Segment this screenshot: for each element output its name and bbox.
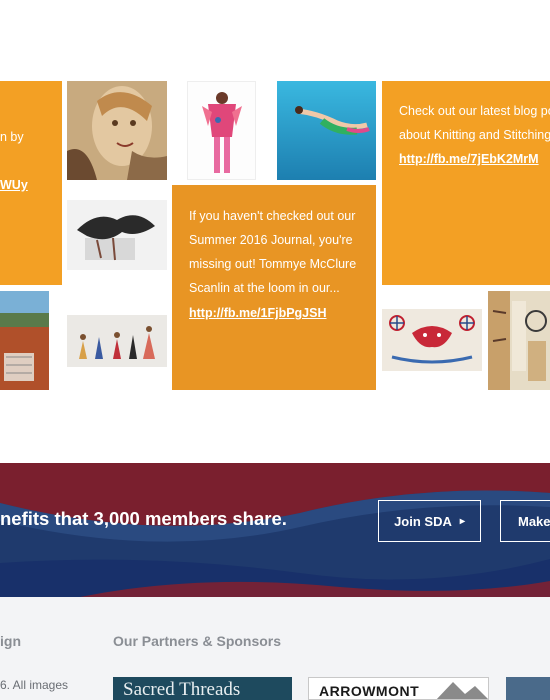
post-text-line: Check out our latest blog po xyxy=(399,104,550,118)
make-label: Make xyxy=(518,513,550,529)
post-text-line: If you haven't checked out our xyxy=(189,209,356,223)
post-text-line: Scanlin at the loom in our... xyxy=(189,281,340,295)
sacred-threads-label: Sacred Threads xyxy=(123,679,241,700)
post-text-line: about Knitting and Stitching xyxy=(399,128,550,142)
post-text-line: missing out! Tommye McClure xyxy=(189,257,357,271)
abstract-art-image[interactable] xyxy=(488,291,550,390)
sacred-threads-logo[interactable]: Sacred Threads xyxy=(113,677,292,700)
post-link[interactable]: WUy xyxy=(0,173,28,197)
join-sda-label: Join SDA xyxy=(394,513,452,529)
membership-banner: nefits that 3,000 members share. Join SD… xyxy=(0,463,550,597)
make-button[interactable]: Make xyxy=(500,500,550,542)
sculpture-image[interactable] xyxy=(67,200,167,270)
banner-text: nefits that 3,000 members share. xyxy=(0,508,287,529)
portrait-painting-image[interactable] xyxy=(67,81,167,180)
post-tile-partial[interactable]: n by WUy xyxy=(0,81,62,285)
post-link[interactable]: http://fb.me/1FjbPgJSH xyxy=(189,301,327,325)
embroidered-textile-image[interactable] xyxy=(382,309,482,371)
mountain-icon xyxy=(436,682,488,699)
figurines-image[interactable] xyxy=(67,315,167,367)
costume-figure-image[interactable] xyxy=(187,81,256,180)
landscape-image[interactable] xyxy=(0,291,49,390)
swimmer-image[interactable] xyxy=(277,81,376,180)
arrowmont-label: ARROWMONT xyxy=(319,683,420,699)
post-text: n by xyxy=(0,130,24,144)
post-link[interactable]: http://fb.me/7jEbK2MrM xyxy=(399,147,539,171)
post-tile-journal[interactable]: If you haven't checked out our Summer 20… xyxy=(172,185,376,390)
footer: ign Our Partners & Sponsors 6. All image… xyxy=(0,597,550,700)
partners-heading: Our Partners & Sponsors xyxy=(113,633,282,649)
post-text-line: Summer 2016 Journal, you're xyxy=(189,233,353,247)
footer-copyright-text: 6. All images xyxy=(0,678,69,692)
post-tile-blog[interactable]: Check out our latest blog po about Knitt… xyxy=(382,81,550,285)
arrowmont-logo[interactable]: ARROWMONT xyxy=(308,677,489,700)
arrow-right-icon: ▸ xyxy=(459,515,465,527)
join-sda-button[interactable]: Join SDA ▸ xyxy=(378,500,481,542)
sponsor-logo-partial[interactable] xyxy=(506,677,550,700)
footer-heading-left: ign xyxy=(0,633,21,649)
